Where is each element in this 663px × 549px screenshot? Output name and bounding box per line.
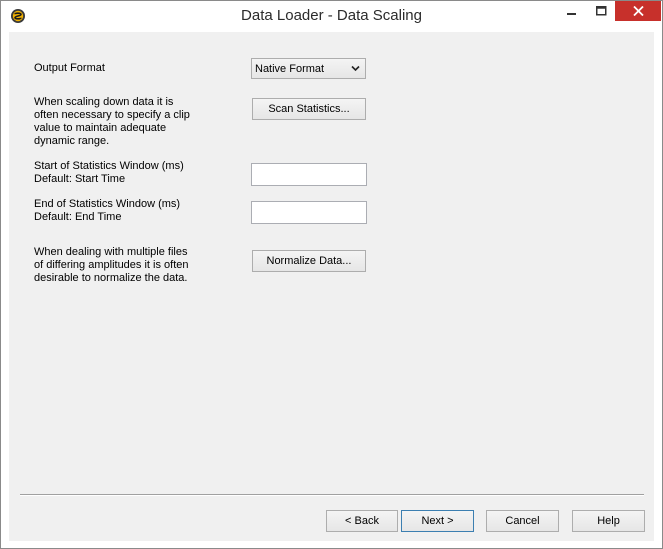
close-button[interactable] [615,1,661,21]
footer-divider [20,494,644,496]
maximize-button[interactable] [584,1,618,21]
chevron-down-icon [351,65,360,72]
scan-statistics-button[interactable]: Scan Statistics... [252,98,366,120]
output-format-label: Output Format [34,62,105,74]
end-window-input[interactable] [251,201,367,224]
data-loader-window: Data Loader - Data Scaling Output Format… [0,0,663,549]
help-button[interactable]: Help [572,510,645,532]
dialog-body: Output Format Native Format When scaling… [9,32,654,541]
normalize-data-button[interactable]: Normalize Data... [252,250,366,272]
close-icon [632,6,644,16]
output-format-select[interactable]: Native Format [251,58,366,79]
maximize-icon [595,6,606,16]
title-bar[interactable]: Data Loader - Data Scaling [1,1,662,31]
start-window-input[interactable] [251,163,367,186]
output-format-value: Native Format [255,62,325,75]
next-button[interactable]: Next > [401,510,474,532]
end-window-label: End of Statistics Window (ms) Default: E… [34,198,181,223]
back-button[interactable]: < Back [326,510,398,532]
normalize-description: When dealing with multiple files of diff… [34,246,189,284]
cancel-button[interactable]: Cancel [486,510,559,532]
start-window-label: Start of Statistics Window (ms) Default:… [34,160,184,185]
scaling-description: When scaling down data it is often neces… [34,96,190,147]
minimize-icon [567,13,576,15]
